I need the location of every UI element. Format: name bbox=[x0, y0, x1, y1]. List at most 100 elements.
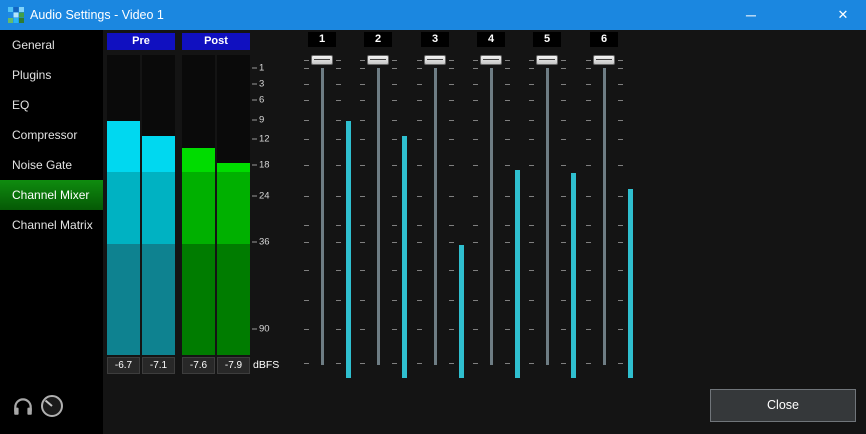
fader-tick bbox=[529, 196, 534, 197]
fader-tick bbox=[417, 225, 422, 226]
fader-tick bbox=[529, 139, 534, 140]
headphone-volume-knob[interactable] bbox=[40, 394, 64, 418]
fader-tick bbox=[449, 100, 454, 101]
fader-tick bbox=[304, 165, 309, 166]
fader-tick bbox=[336, 165, 341, 166]
fader-tick bbox=[505, 120, 510, 121]
fader-tick bbox=[473, 68, 478, 69]
fader-tick bbox=[505, 84, 510, 85]
fader-tick bbox=[473, 300, 478, 301]
fader-tick bbox=[618, 120, 623, 121]
db-scale-tick: 9 bbox=[252, 115, 264, 126]
fader-tick bbox=[360, 242, 365, 243]
fader-tick bbox=[304, 139, 309, 140]
channel-fader-handle[interactable] bbox=[593, 55, 615, 65]
fader-tick bbox=[529, 300, 534, 301]
channel-fader-track[interactable] bbox=[603, 68, 606, 365]
channel-fader-track[interactable] bbox=[434, 68, 437, 365]
sidebar-item-noise-gate[interactable]: Noise Gate bbox=[0, 150, 103, 180]
fader-tick bbox=[336, 100, 341, 101]
sidebar-item-general[interactable]: General bbox=[0, 30, 103, 60]
channel-meter bbox=[628, 68, 633, 378]
fader-tick bbox=[505, 270, 510, 271]
channel-fader-track[interactable] bbox=[321, 68, 324, 365]
channel-fader-handle[interactable] bbox=[424, 55, 446, 65]
fader-tick bbox=[304, 300, 309, 301]
fader-tick bbox=[618, 68, 623, 69]
fader-tick bbox=[561, 68, 566, 69]
db-scale-tick: 12 bbox=[252, 134, 270, 145]
fader-tick bbox=[505, 139, 510, 140]
headphones-button[interactable] bbox=[12, 396, 36, 418]
channel-strip-3: 3 bbox=[407, 30, 465, 378]
channel-fader-handle[interactable] bbox=[367, 55, 389, 65]
sidebar-item-channel-matrix[interactable]: Channel Matrix bbox=[0, 210, 103, 240]
fader-tick bbox=[505, 196, 510, 197]
fader-tick bbox=[392, 60, 397, 61]
fader-tick bbox=[561, 270, 566, 271]
fader-tick bbox=[417, 329, 422, 330]
sidebar-item-channel-mixer[interactable]: Channel Mixer bbox=[0, 180, 103, 210]
fader-tick bbox=[529, 225, 534, 226]
fader-tick bbox=[449, 68, 454, 69]
fader-tick bbox=[360, 300, 365, 301]
fader-tick bbox=[304, 60, 309, 61]
pre-value-left: -6.7 bbox=[107, 357, 140, 374]
fader-tick bbox=[449, 225, 454, 226]
app-icon bbox=[8, 7, 24, 23]
fader-tick bbox=[304, 100, 309, 101]
channel-fader-track[interactable] bbox=[546, 68, 549, 365]
post-meter-right-fill bbox=[217, 163, 250, 355]
fader-tick bbox=[618, 60, 623, 61]
fader-tick bbox=[473, 120, 478, 121]
fader-tick bbox=[529, 165, 534, 166]
fader-tick bbox=[586, 120, 591, 121]
fader-tick bbox=[449, 120, 454, 121]
fader-tick bbox=[392, 363, 397, 364]
headphones-icon bbox=[14, 399, 32, 414]
fader-tick bbox=[449, 84, 454, 85]
fader-tick bbox=[304, 84, 309, 85]
close-window-button[interactable]: ✕ bbox=[820, 0, 866, 30]
close-button[interactable]: Close bbox=[710, 389, 856, 422]
channel-fader-handle[interactable] bbox=[480, 55, 502, 65]
channel-strip-2: 2 bbox=[350, 30, 408, 378]
minimize-button[interactable]: ─ bbox=[728, 0, 774, 30]
post-meter-right bbox=[217, 55, 250, 355]
fader-tick bbox=[392, 68, 397, 69]
sidebar-item-eq[interactable]: EQ bbox=[0, 90, 103, 120]
fader-tick bbox=[529, 68, 534, 69]
fader-tick bbox=[417, 196, 422, 197]
fader-tick bbox=[586, 225, 591, 226]
fader-tick bbox=[392, 120, 397, 121]
fader-tick bbox=[304, 363, 309, 364]
fader-tick bbox=[417, 120, 422, 121]
sidebar-item-plugins[interactable]: Plugins bbox=[0, 60, 103, 90]
fader-tick bbox=[586, 165, 591, 166]
fader-tick bbox=[392, 165, 397, 166]
db-scale-tick: 3 bbox=[252, 79, 264, 90]
fader-tick bbox=[392, 196, 397, 197]
fader-tick bbox=[417, 363, 422, 364]
fader-tick bbox=[529, 242, 534, 243]
fader-tick bbox=[336, 329, 341, 330]
fader-tick bbox=[392, 242, 397, 243]
db-scale-tick: 18 bbox=[252, 160, 270, 171]
channel-fader-handle[interactable] bbox=[311, 55, 333, 65]
fader-tick bbox=[417, 139, 422, 140]
fader-tick bbox=[473, 329, 478, 330]
fader-tick bbox=[336, 242, 341, 243]
fader-tick bbox=[586, 329, 591, 330]
fader-tick bbox=[561, 60, 566, 61]
channel-fader-track[interactable] bbox=[377, 68, 380, 365]
window-title: Audio Settings - Video 1 bbox=[30, 0, 164, 30]
fader-tick bbox=[618, 270, 623, 271]
channel-fader-handle[interactable] bbox=[536, 55, 558, 65]
fader-tick bbox=[561, 300, 566, 301]
sidebar-item-compressor[interactable]: Compressor bbox=[0, 120, 103, 150]
channel-fader-track[interactable] bbox=[490, 68, 493, 365]
db-scale-tick: 90 bbox=[252, 324, 270, 335]
fader-tick bbox=[449, 196, 454, 197]
fader-tick bbox=[336, 68, 341, 69]
channel-strip-4: 4 bbox=[463, 30, 521, 378]
